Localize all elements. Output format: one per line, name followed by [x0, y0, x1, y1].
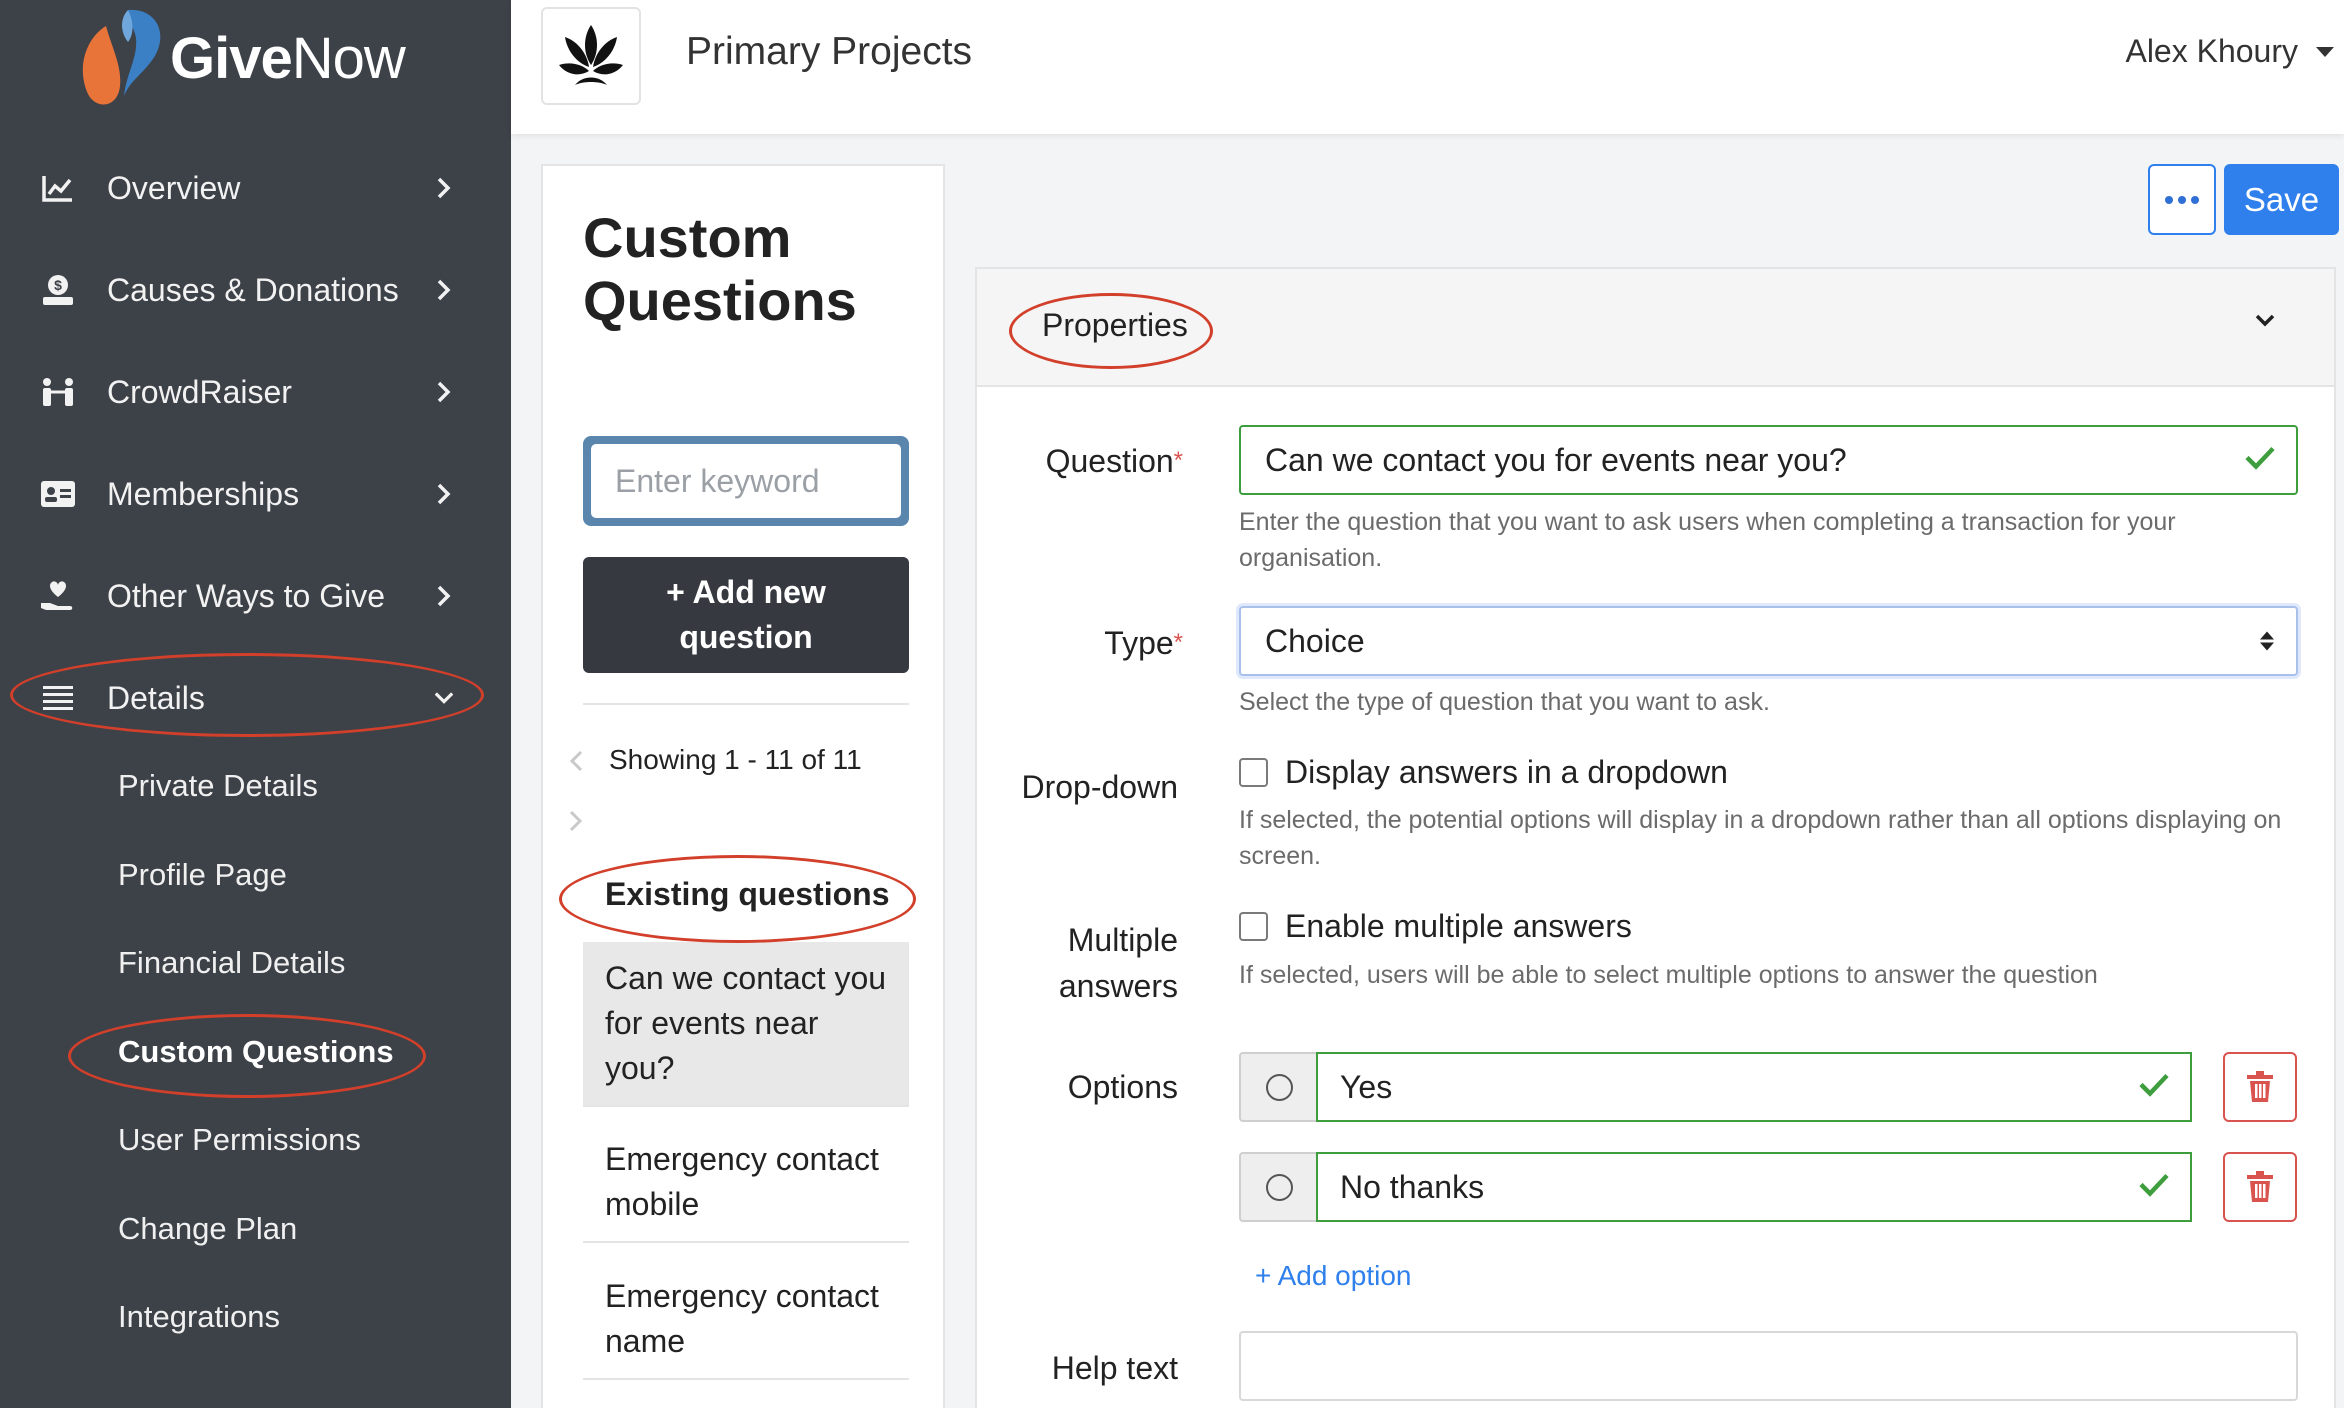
top-header: Primary Projects Alex Khoury — [511, 0, 2344, 134]
caret-down-icon — [2316, 46, 2334, 57]
help-text-input[interactable] — [1239, 1331, 2298, 1401]
menu-icon — [40, 680, 76, 716]
existing-questions-heading: Existing questions — [605, 876, 890, 912]
sidebar-item-label: Details — [107, 679, 205, 716]
checkmark-icon — [2138, 1069, 2170, 1106]
chevron-down-icon[interactable] — [2254, 313, 2276, 332]
chevron-right-icon — [434, 479, 454, 509]
sidebar-item-overview[interactable]: Overview — [0, 148, 511, 228]
options-label: Options — [1067, 1069, 1178, 1105]
page-title: Custom Questions — [583, 206, 857, 332]
sidebar-item-details[interactable]: Details — [0, 658, 511, 738]
chevron-right-icon — [434, 581, 454, 611]
sidebar-subitem-user-permissions[interactable]: User Permissions — [118, 1115, 361, 1165]
sidebar-subitem-custom-questions[interactable]: Custom Questions — [118, 1027, 394, 1077]
radio-circle-icon — [1265, 1073, 1293, 1101]
dropdown-help-text: If selected, the potential options will … — [1239, 806, 2282, 870]
pagination-status: Showing 1 - 11 of 11 — [609, 744, 862, 775]
trash-icon — [2247, 1071, 2273, 1102]
sidebar-item-label: Causes & Donations — [107, 271, 399, 308]
sidebar-item-label: Other Ways to Give — [107, 577, 385, 614]
sidebar-item-label: CrowdRaiser — [107, 373, 292, 410]
question-help-text: Enter the question that you want to ask … — [1239, 508, 2176, 572]
option-input[interactable]: Yes — [1316, 1052, 2192, 1122]
sidebar-item-causes-donations[interactable]: $ Causes & Donations — [0, 250, 511, 330]
sidebar-item-other-ways-to-give[interactable]: Other Ways to Give — [0, 556, 511, 636]
more-options-button[interactable] — [2148, 164, 2216, 235]
trash-icon — [2247, 1171, 2273, 1202]
sidebar-subitem-integrations[interactable]: Integrations — [118, 1292, 280, 1342]
list-item[interactable]: Emergency contact name — [583, 1260, 909, 1380]
type-help-text: Select the type of question that you wan… — [1239, 688, 1770, 716]
dropdown-label: Drop-down — [1021, 769, 1178, 805]
org-logo — [541, 7, 641, 105]
option-radio — [1239, 1152, 1317, 1222]
chevron-down-icon — [434, 683, 454, 713]
option-radio — [1239, 1052, 1317, 1122]
id-card-icon — [40, 476, 76, 512]
chevron-right-icon — [434, 377, 454, 407]
properties-header[interactable]: Properties — [977, 269, 2334, 387]
radio-circle-icon — [1265, 1173, 1293, 1201]
chevron-right-icon — [434, 275, 454, 305]
select-arrows-icon — [2260, 631, 2274, 651]
option-input[interactable]: No thanks — [1316, 1152, 2192, 1222]
question-label: Question* — [1045, 443, 1183, 479]
user-name: Alex Khoury — [2125, 33, 2298, 69]
givenow-logo[interactable]: GiveNow — [76, 6, 406, 110]
questions-list-panel: Custom Questions + Add new question Show… — [541, 164, 945, 1408]
people-icon — [40, 374, 76, 410]
lotus-icon — [559, 25, 623, 85]
sidebar-item-crowdraiser[interactable]: CrowdRaiser — [0, 352, 511, 432]
delete-option-button[interactable] — [2223, 1052, 2297, 1122]
svg-text:$: $ — [54, 277, 62, 293]
multiple-answers-checkbox-row[interactable]: Enable multiple answers — [1239, 908, 1632, 945]
sidebar-subitem-profile-page[interactable]: Profile Page — [118, 850, 287, 900]
chart-line-icon — [40, 170, 76, 206]
donate-icon: $ — [40, 272, 76, 308]
chevron-left-icon[interactable] — [569, 746, 583, 780]
chevron-right-icon — [434, 173, 454, 203]
chevron-right-icon[interactable] — [569, 806, 583, 840]
search-box — [583, 436, 909, 526]
sidebar-subitem-financial-details[interactable]: Financial Details — [118, 938, 345, 988]
multiple-answers-help-text: If selected, users will be able to selec… — [1239, 961, 2098, 989]
list-item[interactable]: Emergency contact mobile — [583, 1123, 909, 1243]
sidebar-item-label: Overview — [107, 169, 241, 206]
sidebar-item-memberships[interactable]: Memberships — [0, 454, 511, 534]
sidebar-item-label: Memberships — [107, 475, 300, 512]
question-input[interactable]: Can we contact you for events near you? — [1239, 425, 2298, 495]
heart-logo-icon — [76, 8, 166, 108]
divider — [583, 703, 909, 705]
save-button[interactable]: Save — [2224, 164, 2339, 235]
dropdown-checkbox[interactable] — [1239, 758, 1268, 787]
search-input[interactable] — [591, 444, 901, 518]
hand-heart-icon — [40, 578, 76, 614]
ellipsis-icon — [2165, 195, 2173, 204]
add-new-question-button[interactable]: + Add new question — [583, 557, 909, 673]
list-item[interactable]: Can we contact you for events near you? — [583, 942, 909, 1107]
type-select[interactable]: Choice — [1239, 606, 2298, 676]
multiple-answers-label: Multiple answers — [1058, 922, 1178, 1004]
checkmark-icon — [2138, 1169, 2170, 1206]
delete-option-button[interactable] — [2223, 1152, 2297, 1222]
add-option-link[interactable]: + Add option — [1255, 1260, 1411, 1292]
dropdown-checkbox-row[interactable]: Display answers in a dropdown — [1239, 754, 1728, 791]
checkmark-icon — [2244, 442, 2276, 479]
help-text-label: Help text — [1051, 1350, 1178, 1386]
org-name: Primary Projects — [686, 30, 973, 73]
type-label: Type* — [1104, 625, 1183, 661]
sidebar: GiveNow Overview $ Causes & Donations Cr… — [0, 0, 511, 1408]
properties-title: Properties — [1042, 307, 1188, 343]
sidebar-subitem-private-details[interactable]: Private Details — [118, 761, 318, 811]
multiple-answers-checkbox[interactable] — [1239, 912, 1268, 941]
sidebar-subitem-change-plan[interactable]: Change Plan — [118, 1204, 297, 1254]
brand-name: GiveNow — [170, 25, 406, 91]
user-menu[interactable]: Alex Khoury — [2125, 33, 2334, 70]
